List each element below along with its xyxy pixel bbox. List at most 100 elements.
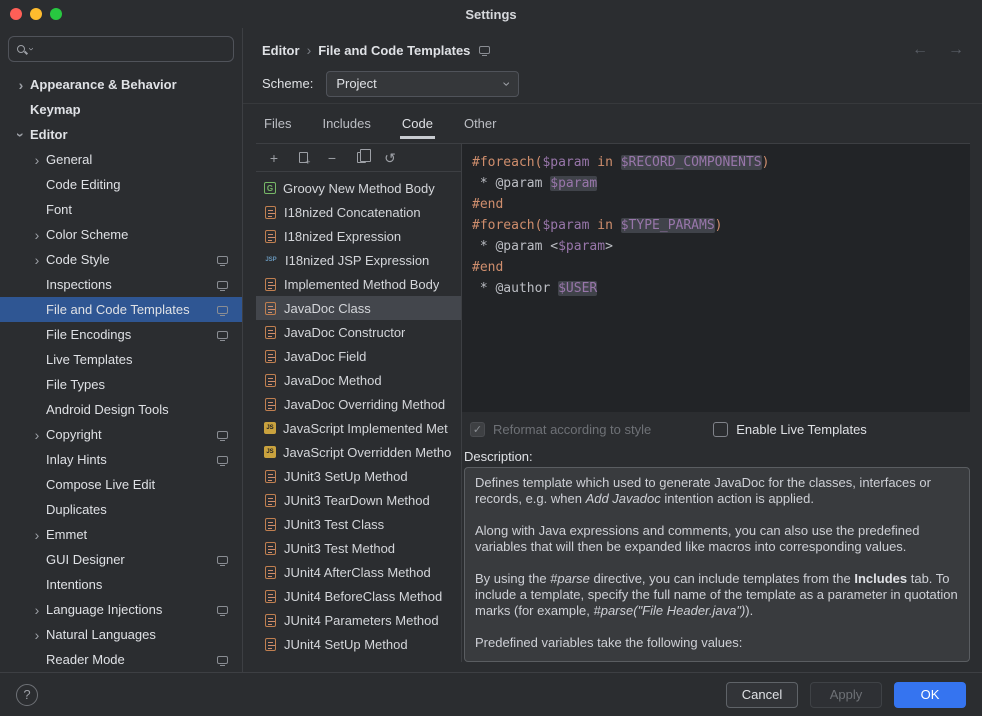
tab-other[interactable]: Other (462, 109, 499, 139)
settings-search-input[interactable] (36, 42, 225, 57)
settings-window: Settings › ›Appearance & BehaviorKeymap›… (0, 0, 982, 716)
chevron-right-icon[interactable]: › (28, 628, 46, 642)
template-item-javadoc-constructor[interactable]: JavaDoc Constructor (256, 320, 461, 344)
code-token: * @author (472, 281, 558, 296)
sidebar-item-file-and-code-templates[interactable]: File and Code Templates (0, 297, 242, 322)
template-item-junit3-teardown-method[interactable]: JUnit3 TearDown Method (256, 488, 461, 512)
template-code-editor[interactable]: #foreach($param in $RECORD_COMPONENTS) *… (462, 144, 970, 412)
help-button[interactable]: ? (16, 684, 38, 706)
sidebar-item-editor[interactable]: ›Editor (0, 122, 242, 147)
code-token: #foreach( (472, 218, 542, 233)
description-text: Add Javadoc (586, 491, 661, 506)
close-button[interactable] (10, 8, 22, 20)
template-item-junit4-beforeclass-method[interactable]: JUnit4 BeforeClass Method (256, 584, 461, 608)
remove-template-button[interactable]: − (325, 150, 339, 166)
code-token (613, 155, 621, 170)
template-item-label: JavaDoc Constructor (284, 325, 405, 340)
sidebar-item-code-style[interactable]: ›Code Style (0, 247, 242, 272)
sidebar-item-inlay-hints[interactable]: Inlay Hints (0, 447, 242, 472)
template-item-junit3-setup-method[interactable]: JUnit3 SetUp Method (256, 464, 461, 488)
sidebar-item-android-design-tools[interactable]: Android Design Tools (0, 397, 242, 422)
template-item-junit4-parameters-method[interactable]: JUnit4 Parameters Method (256, 608, 461, 632)
sidebar-item-emmet[interactable]: ›Emmet (0, 522, 242, 547)
settings-sidebar: › ›Appearance & BehaviorKeymap›Editor›Ge… (0, 28, 243, 672)
template-item-i18nized-expression[interactable]: I18nized Expression (256, 224, 461, 248)
enable-live-templates-checkbox[interactable]: Enable Live Templates (713, 422, 867, 437)
cancel-button[interactable]: Cancel (726, 682, 798, 708)
template-item-javascript-implemented-met[interactable]: JSJavaScript Implemented Met (256, 416, 461, 440)
sidebar-item-general[interactable]: ›General (0, 147, 242, 172)
template-item-junit3-test-method[interactable]: JUnit3 Test Method (256, 536, 461, 560)
chevron-right-icon[interactable]: › (12, 78, 30, 92)
ok-button[interactable]: OK (894, 682, 966, 708)
template-item-i18nized-jsp-expression[interactable]: JSPI18nized JSP Expression (256, 248, 461, 272)
chevron-right-icon[interactable]: › (28, 228, 46, 242)
add-template-button[interactable]: + (267, 150, 281, 166)
back-button[interactable]: ← (912, 41, 928, 59)
sidebar-item-label: Live Templates (46, 352, 132, 367)
description-box[interactable]: Defines template which used to generate … (464, 467, 970, 662)
template-item-javadoc-field[interactable]: JavaDoc Field (256, 344, 461, 368)
breadcrumb-item-editor[interactable]: Editor (262, 43, 300, 58)
sidebar-item-reader-mode[interactable]: Reader Mode (0, 647, 242, 672)
tab-code[interactable]: Code (400, 109, 435, 139)
description-text: By using the (475, 571, 550, 586)
template-file-icon (265, 470, 276, 483)
chevron-down-icon[interactable]: › (14, 126, 28, 144)
template-item-javadoc-method[interactable]: JavaDoc Method (256, 368, 461, 392)
per-monitor-settings-icon (217, 656, 228, 664)
code-token: $param (542, 155, 589, 170)
description-text: Includes (854, 571, 907, 586)
chevron-right-icon[interactable]: › (28, 428, 46, 442)
tab-files[interactable]: Files (262, 109, 293, 139)
tab-includes[interactable]: Includes (320, 109, 372, 139)
sidebar-item-file-encodings[interactable]: File Encodings (0, 322, 242, 347)
sidebar-item-appearance-behavior[interactable]: ›Appearance & Behavior (0, 72, 242, 97)
sidebar-item-live-templates[interactable]: Live Templates (0, 347, 242, 372)
sidebar-item-inspections[interactable]: Inspections (0, 272, 242, 297)
minimize-button[interactable] (30, 8, 42, 20)
reset-template-button[interactable]: ↺ (383, 150, 397, 166)
chevron-right-icon[interactable]: › (28, 153, 46, 167)
forward-button[interactable]: → (948, 41, 964, 59)
template-file-icon (265, 278, 276, 291)
scheme-select[interactable]: Project › (326, 71, 519, 97)
sidebar-item-compose-live-edit[interactable]: Compose Live Edit (0, 472, 242, 497)
template-item-junit3-test-class[interactable]: JUnit3 Test Class (256, 512, 461, 536)
chevron-right-icon[interactable]: › (28, 528, 46, 542)
sidebar-item-keymap[interactable]: Keymap (0, 97, 242, 122)
copy-plus-icon (299, 152, 308, 163)
sidebar-item-code-editing[interactable]: Code Editing (0, 172, 242, 197)
zoom-button[interactable] (50, 8, 62, 20)
template-item-javascript-overridden-metho[interactable]: JSJavaScript Overridden Metho (256, 440, 461, 464)
sidebar-item-label: Natural Languages (46, 627, 156, 642)
template-item-javadoc-overriding-method[interactable]: JavaDoc Overriding Method (256, 392, 461, 416)
template-file-icon (265, 638, 276, 651)
sidebar-item-file-types[interactable]: File Types (0, 372, 242, 397)
code-line: #end (472, 194, 960, 215)
search-history-chevron-icon[interactable]: › (26, 47, 36, 50)
checkbox-unchecked-icon[interactable] (713, 422, 728, 437)
sidebar-item-language-injections[interactable]: ›Language Injections (0, 597, 242, 622)
create-child-template-button[interactable] (296, 150, 310, 166)
scheme-label: Scheme: (262, 76, 313, 91)
template-item-junit4-setup-method[interactable]: JUnit4 SetUp Method (256, 632, 461, 656)
template-item-label: JavaDoc Field (284, 349, 366, 364)
sidebar-item-intentions[interactable]: Intentions (0, 572, 242, 597)
sidebar-item-natural-languages[interactable]: ›Natural Languages (0, 622, 242, 647)
duplicate-template-button[interactable] (354, 150, 368, 166)
chevron-right-icon[interactable]: › (28, 253, 46, 267)
sidebar-item-font[interactable]: Font (0, 197, 242, 222)
sidebar-item-duplicates[interactable]: Duplicates (0, 497, 242, 522)
template-item-javadoc-class[interactable]: JavaDoc Class (256, 296, 461, 320)
sidebar-item-gui-designer[interactable]: GUI Designer (0, 547, 242, 572)
template-item-junit4-afterclass-method[interactable]: JUnit4 AfterClass Method (256, 560, 461, 584)
description-text: directive, you can include templates fro… (590, 571, 854, 586)
template-item-implemented-method-body[interactable]: Implemented Method Body (256, 272, 461, 296)
chevron-right-icon[interactable]: › (28, 603, 46, 617)
sidebar-item-copyright[interactable]: ›Copyright (0, 422, 242, 447)
code-token: #foreach( (472, 155, 542, 170)
template-item-groovy-new-method-body[interactable]: GGroovy New Method Body (256, 176, 461, 200)
sidebar-item-color-scheme[interactable]: ›Color Scheme (0, 222, 242, 247)
template-item-i18nized-concatenation[interactable]: I18nized Concatenation (256, 200, 461, 224)
